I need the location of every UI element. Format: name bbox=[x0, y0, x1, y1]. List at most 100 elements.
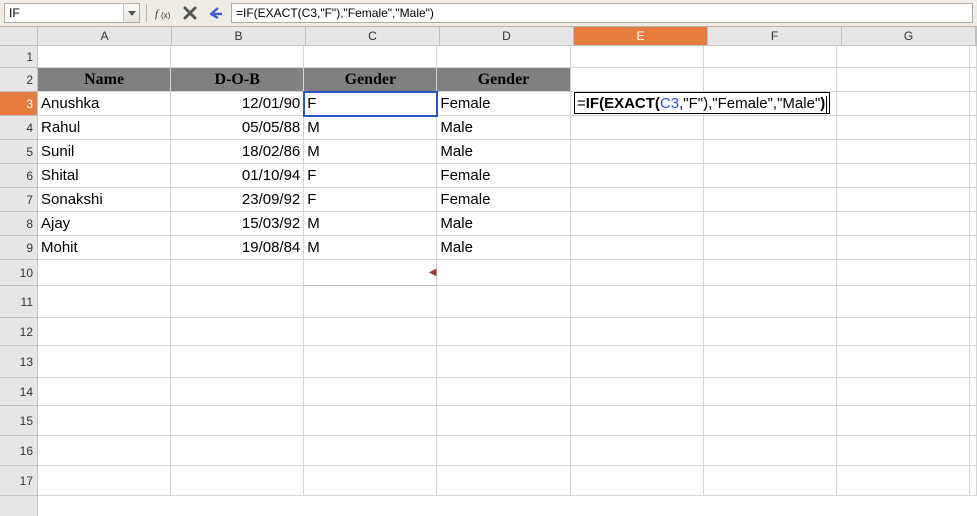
cell-D1[interactable] bbox=[437, 46, 570, 68]
cell-G5[interactable] bbox=[837, 140, 970, 164]
cell-A12[interactable] bbox=[38, 318, 171, 346]
active-cell-editor[interactable]: =IF(EXACT(C3,"F"),"Female","Male") bbox=[574, 92, 830, 114]
cell-C11[interactable] bbox=[304, 286, 437, 318]
cell-D15[interactable] bbox=[437, 406, 570, 436]
accept-button[interactable] bbox=[205, 3, 227, 23]
row-header-6[interactable]: 6 bbox=[0, 164, 37, 188]
row-header-3[interactable]: 3 bbox=[0, 92, 37, 116]
cell-A1[interactable] bbox=[38, 46, 171, 68]
cell-D17[interactable] bbox=[437, 466, 570, 496]
cell-A2[interactable]: Name bbox=[38, 68, 171, 92]
row-header-14[interactable]: 14 bbox=[0, 378, 37, 406]
cell-A7[interactable]: Sonakshi bbox=[38, 188, 171, 212]
cell-E10[interactable] bbox=[571, 260, 704, 286]
cell-D10[interactable] bbox=[437, 260, 570, 286]
cell-B11[interactable] bbox=[171, 286, 304, 318]
cell-E15[interactable] bbox=[571, 406, 704, 436]
column-header-B[interactable]: B bbox=[172, 27, 306, 45]
cell-C7[interactable]: F bbox=[304, 188, 437, 212]
cell-F1[interactable] bbox=[704, 46, 837, 68]
cell-C15[interactable] bbox=[304, 406, 437, 436]
row-header-4[interactable]: 4 bbox=[0, 116, 37, 140]
row-header-2[interactable]: 2 bbox=[0, 68, 37, 92]
cell-D9[interactable]: Male bbox=[437, 236, 570, 260]
cell-A15[interactable] bbox=[38, 406, 171, 436]
cell-C3[interactable]: F bbox=[304, 92, 437, 116]
row-header-8[interactable]: 8 bbox=[0, 212, 37, 236]
row-header-11[interactable]: 11 bbox=[0, 286, 37, 318]
cell-F6[interactable] bbox=[704, 164, 837, 188]
cell-E9[interactable] bbox=[571, 236, 704, 260]
cell-G7[interactable] bbox=[837, 188, 970, 212]
cell-E14[interactable] bbox=[571, 378, 704, 406]
cell-A4[interactable]: Rahul bbox=[38, 116, 171, 140]
cell-C2[interactable]: Gender bbox=[304, 68, 437, 92]
cell-F16[interactable] bbox=[704, 436, 837, 466]
cell-G13[interactable] bbox=[837, 346, 970, 378]
cell-A9[interactable]: Mohit bbox=[38, 236, 171, 260]
cell-C4[interactable]: M bbox=[304, 116, 437, 140]
cell-D6[interactable]: Female bbox=[437, 164, 570, 188]
cell-F12[interactable] bbox=[704, 318, 837, 346]
cell-E13[interactable] bbox=[571, 346, 704, 378]
cell-G16[interactable] bbox=[837, 436, 970, 466]
cell-D7[interactable]: Female bbox=[437, 188, 570, 212]
cell-B1[interactable] bbox=[171, 46, 304, 68]
cell-E2[interactable] bbox=[571, 68, 704, 92]
cell-F14[interactable] bbox=[704, 378, 837, 406]
cell-B14[interactable] bbox=[171, 378, 304, 406]
cell-D5[interactable]: Male bbox=[437, 140, 570, 164]
cell-G4[interactable] bbox=[837, 116, 970, 140]
cell-A14[interactable] bbox=[38, 378, 171, 406]
cell-A11[interactable] bbox=[38, 286, 171, 318]
cell-F5[interactable] bbox=[704, 140, 837, 164]
cell-A6[interactable]: Shital bbox=[38, 164, 171, 188]
cell-C5[interactable]: M bbox=[304, 140, 437, 164]
row-header-13[interactable]: 13 bbox=[0, 346, 37, 378]
cell-B5[interactable]: 18/02/86 bbox=[171, 140, 304, 164]
cell-F17[interactable] bbox=[704, 466, 837, 496]
cell-A13[interactable] bbox=[38, 346, 171, 378]
cell-C12[interactable] bbox=[304, 318, 437, 346]
row-header-5[interactable]: 5 bbox=[0, 140, 37, 164]
cell-D2[interactable]: Gender bbox=[437, 68, 570, 92]
cell-C9[interactable]: M bbox=[304, 236, 437, 260]
row-header-12[interactable]: 12 bbox=[0, 318, 37, 346]
cell-G8[interactable] bbox=[837, 212, 970, 236]
cell-G11[interactable] bbox=[837, 286, 970, 318]
cell-B4[interactable]: 05/05/88 bbox=[171, 116, 304, 140]
name-box[interactable] bbox=[4, 3, 140, 23]
cell-G15[interactable] bbox=[837, 406, 970, 436]
cell-A10[interactable] bbox=[38, 260, 171, 286]
cell-G17[interactable] bbox=[837, 466, 970, 496]
cell-B10[interactable] bbox=[171, 260, 304, 286]
cell-F13[interactable] bbox=[704, 346, 837, 378]
cell-C10[interactable]: ◀ bbox=[304, 260, 437, 286]
row-header-10[interactable]: 10 bbox=[0, 260, 37, 286]
cell-F9[interactable] bbox=[704, 236, 837, 260]
cell-E4[interactable] bbox=[571, 116, 704, 140]
cell-G1[interactable] bbox=[837, 46, 970, 68]
cell-A17[interactable] bbox=[38, 466, 171, 496]
cell-E11[interactable] bbox=[571, 286, 704, 318]
cell-E12[interactable] bbox=[571, 318, 704, 346]
cell-F7[interactable] bbox=[704, 188, 837, 212]
column-header-A[interactable]: A bbox=[38, 27, 172, 45]
name-box-input[interactable] bbox=[5, 4, 123, 22]
cell-C8[interactable]: M bbox=[304, 212, 437, 236]
cell-F4[interactable] bbox=[704, 116, 837, 140]
column-header-C[interactable]: C bbox=[306, 27, 440, 45]
cell-G14[interactable] bbox=[837, 378, 970, 406]
row-header-9[interactable]: 9 bbox=[0, 236, 37, 260]
cell-E5[interactable] bbox=[571, 140, 704, 164]
cell-B9[interactable]: 19/08/84 bbox=[171, 236, 304, 260]
name-box-dropdown[interactable] bbox=[123, 4, 139, 22]
cell-D4[interactable]: Male bbox=[437, 116, 570, 140]
cell-D14[interactable] bbox=[437, 378, 570, 406]
function-wizard-button[interactable]: f (x) bbox=[153, 3, 175, 23]
cell-G9[interactable] bbox=[837, 236, 970, 260]
cell-F11[interactable] bbox=[704, 286, 837, 318]
cell-D13[interactable] bbox=[437, 346, 570, 378]
cell-E17[interactable] bbox=[571, 466, 704, 496]
column-header-D[interactable]: D bbox=[440, 27, 574, 45]
